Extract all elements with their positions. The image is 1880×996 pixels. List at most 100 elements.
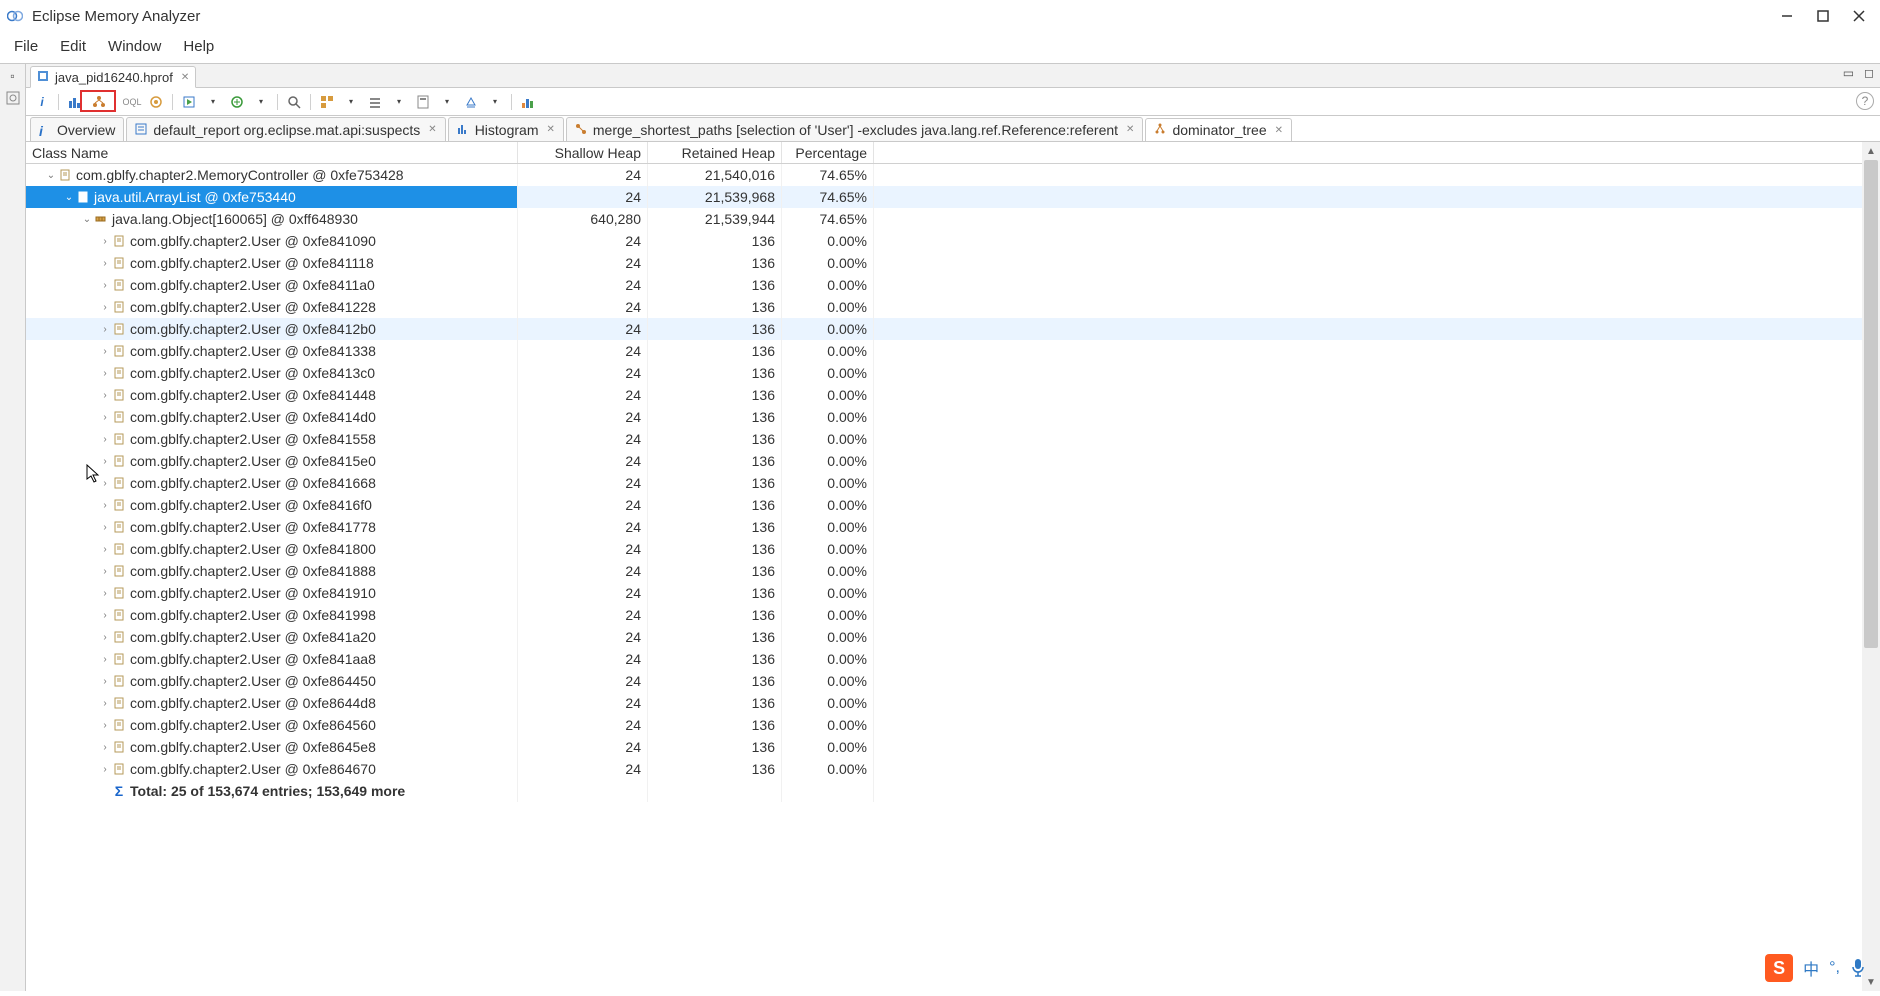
table-row[interactable]: ›com.gblfy.chapter2.User @ 0xfe8416f0241… [26, 494, 1880, 516]
table-row[interactable]: ›com.gblfy.chapter2.User @ 0xfe841228241… [26, 296, 1880, 318]
histogram-icon[interactable] [65, 92, 85, 112]
export-icon[interactable] [461, 92, 481, 112]
tab-merge-paths[interactable]: merge_shortest_paths [selection of 'User… [566, 117, 1144, 141]
maximize-button[interactable] [1816, 9, 1830, 23]
table-row[interactable]: ›com.gblfy.chapter2.User @ 0xfe841888241… [26, 560, 1880, 582]
close-icon[interactable]: ✕ [181, 72, 189, 83]
tree-expand-icon[interactable]: › [98, 478, 112, 489]
tree-expand-icon[interactable]: › [98, 324, 112, 335]
tree-expand-icon[interactable]: › [98, 368, 112, 379]
run-report-icon[interactable] [179, 92, 199, 112]
close-icon[interactable]: ✕ [546, 124, 554, 135]
table-row[interactable]: ›com.gblfy.chapter2.User @ 0xfe841448241… [26, 384, 1880, 406]
tree-expand-icon[interactable]: › [98, 676, 112, 687]
tree-expand-icon[interactable]: › [98, 236, 112, 247]
dropdown-arrow-icon[interactable]: ▾ [341, 92, 361, 112]
query-browser-icon[interactable] [227, 92, 247, 112]
inspector-icon[interactable] [5, 90, 21, 106]
tree-expand-icon[interactable]: › [98, 764, 112, 775]
table-row[interactable]: ›com.gblfy.chapter2.User @ 0xfe8411a0241… [26, 274, 1880, 296]
editor-tab[interactable]: java_pid16240.hprof ✕ [30, 66, 196, 88]
tree-expand-icon[interactable]: › [98, 522, 112, 533]
col-shallow-heap[interactable]: Shallow Heap [518, 142, 648, 163]
tab-overview[interactable]: i Overview [30, 117, 124, 141]
dropdown-arrow-icon[interactable]: ▾ [485, 92, 505, 112]
find-icon[interactable] [284, 92, 304, 112]
menu-help[interactable]: Help [173, 36, 224, 57]
scroll-up-icon[interactable]: ▲ [1862, 142, 1880, 160]
tab-dominator-tree[interactable]: dominator_tree ✕ [1145, 118, 1292, 142]
dominator-tree-icon[interactable] [89, 92, 109, 112]
ime-punct-indicator[interactable]: °, [1829, 959, 1840, 977]
oql-icon[interactable]: OQL [122, 92, 142, 112]
help-icon[interactable]: ? [1856, 92, 1874, 110]
tree-expand-icon[interactable]: › [98, 434, 112, 445]
table-row[interactable]: ›com.gblfy.chapter2.User @ 0xfe841118241… [26, 252, 1880, 274]
dropdown-arrow-icon[interactable]: ▾ [203, 92, 223, 112]
table-row[interactable]: ›com.gblfy.chapter2.User @ 0xfe841668241… [26, 472, 1880, 494]
table-row[interactable]: ›com.gblfy.chapter2.User @ 0xfe841338241… [26, 340, 1880, 362]
calculator-icon[interactable] [413, 92, 433, 112]
table-row[interactable]: ⌄java.lang.Object[160065] @ 0xff64893064… [26, 208, 1880, 230]
table-row[interactable]: ›com.gblfy.chapter2.User @ 0xfe8645e8241… [26, 736, 1880, 758]
table-row[interactable]: ›com.gblfy.chapter2.User @ 0xfe841aa8241… [26, 648, 1880, 670]
ime-mic-icon[interactable] [1850, 958, 1866, 978]
tree-expand-icon[interactable]: › [98, 610, 112, 621]
minimize-view-icon[interactable]: ▭ [1843, 66, 1854, 80]
table-row[interactable]: ›com.gblfy.chapter2.User @ 0xfe841998241… [26, 604, 1880, 626]
dropdown-arrow-icon[interactable]: ▾ [389, 92, 409, 112]
tree-expand-icon[interactable]: › [98, 500, 112, 511]
view-toggle-icon[interactable]: ▫ [5, 68, 21, 84]
tree-expand-icon[interactable]: › [98, 390, 112, 401]
table-row[interactable]: ›com.gblfy.chapter2.User @ 0xfe8412b0241… [26, 318, 1880, 340]
table-row[interactable]: ›com.gblfy.chapter2.User @ 0xfe841a20241… [26, 626, 1880, 648]
menu-edit[interactable]: Edit [50, 36, 96, 57]
tree-expand-icon[interactable]: › [98, 280, 112, 291]
tree-expand-icon[interactable]: › [98, 566, 112, 577]
col-retained-heap[interactable]: Retained Heap [648, 142, 782, 163]
col-percentage[interactable]: Percentage [782, 142, 874, 163]
col-class-name[interactable]: Class Name [26, 142, 518, 163]
table-row[interactable]: ⌄com.gblfy.chapter2.MemoryController @ 0… [26, 164, 1880, 186]
tree-expand-icon[interactable]: › [98, 302, 112, 313]
close-button[interactable] [1852, 9, 1866, 23]
tree-expand-icon[interactable]: › [98, 632, 112, 643]
table-row[interactable]: ›com.gblfy.chapter2.User @ 0xfe8644d8241… [26, 692, 1880, 714]
table-row[interactable]: ›com.gblfy.chapter2.User @ 0xfe8415e0241… [26, 450, 1880, 472]
thread-icon[interactable] [146, 92, 166, 112]
close-icon[interactable]: ✕ [1275, 125, 1283, 136]
table-row[interactable]: ›com.gblfy.chapter2.User @ 0xfe864450241… [26, 670, 1880, 692]
tree-expand-icon[interactable]: ⌄ [44, 170, 58, 181]
tree-expand-icon[interactable]: › [98, 456, 112, 467]
tree-expand-icon[interactable]: › [98, 588, 112, 599]
table-row[interactable]: ›com.gblfy.chapter2.User @ 0xfe841558241… [26, 428, 1880, 450]
table-row[interactable]: ›com.gblfy.chapter2.User @ 0xfe841090241… [26, 230, 1880, 252]
close-icon[interactable]: ✕ [1126, 124, 1134, 135]
scroll-thumb[interactable] [1864, 160, 1878, 648]
tab-histogram[interactable]: Histogram ✕ [448, 117, 564, 141]
info-icon[interactable]: i [32, 92, 52, 112]
tab-default-report[interactable]: default_report org.eclipse.mat.api:suspe… [126, 117, 445, 141]
tree-expand-icon[interactable]: › [98, 698, 112, 709]
table-row[interactable]: ›com.gblfy.chapter2.User @ 0xfe864670241… [26, 758, 1880, 780]
group-icon[interactable] [365, 92, 385, 112]
table-summary-row[interactable]: ›ΣTotal: 25 of 153,674 entries; 153,649 … [26, 780, 1880, 802]
dropdown-arrow-icon[interactable]: ▾ [251, 92, 271, 112]
table-row[interactable]: ›com.gblfy.chapter2.User @ 0xfe8413c0241… [26, 362, 1880, 384]
table-row[interactable]: ›com.gblfy.chapter2.User @ 0xfe8414d0241… [26, 406, 1880, 428]
tree-expand-icon[interactable]: › [98, 654, 112, 665]
dropdown-arrow-icon[interactable]: ▾ [437, 92, 457, 112]
tree-expand-icon[interactable]: › [98, 720, 112, 731]
tree-expand-icon[interactable]: › [98, 346, 112, 357]
chart-icon[interactable] [518, 92, 538, 112]
expand-icon[interactable] [317, 92, 337, 112]
vertical-scrollbar[interactable]: ▲ ▼ [1862, 142, 1880, 991]
ime-lang-indicator[interactable]: 中 [1803, 956, 1819, 980]
tree-expand-icon[interactable]: › [98, 412, 112, 423]
tree-expand-icon[interactable]: › [98, 544, 112, 555]
tree-expand-icon[interactable]: › [98, 258, 112, 269]
sogou-ime-icon[interactable]: S [1765, 954, 1793, 982]
tree-expand-icon[interactable]: ⌄ [62, 192, 76, 203]
table-row[interactable]: ›com.gblfy.chapter2.User @ 0xfe841800241… [26, 538, 1880, 560]
close-icon[interactable]: ✕ [428, 124, 436, 135]
